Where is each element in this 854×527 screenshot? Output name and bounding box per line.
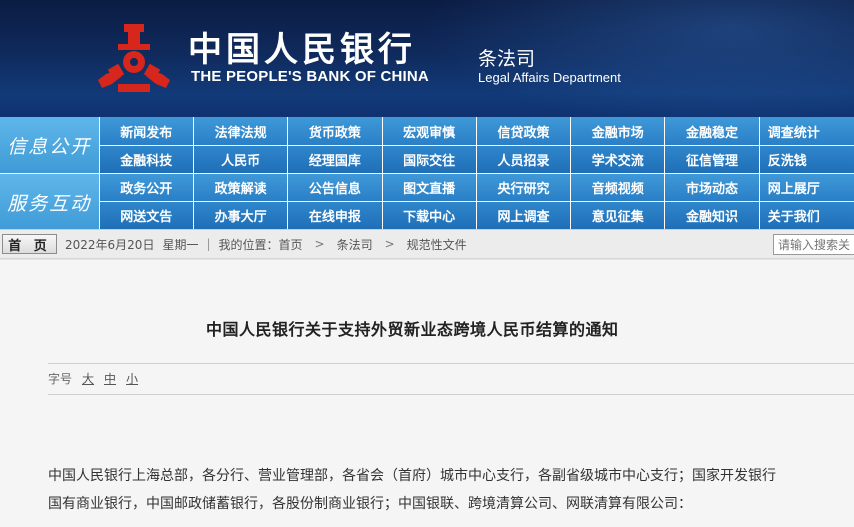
nav-item[interactable]: 金融市场 [571, 117, 666, 145]
nav-grid: 新闻发布 法律法规 货币政策 宏观审慎 信贷政策 金融市场 金融稳定 调查统计 金融科技 人民币经… [99, 117, 854, 173]
nav-item[interactable]: 政策解读 [194, 174, 289, 202]
nav-item[interactable]: 国际交往 [383, 146, 477, 173]
breadcrumb-link-normative-docs[interactable]: 规范性文件 [407, 236, 467, 253]
nav-item[interactable]: 关于我们 [760, 202, 854, 229]
nav-item[interactable]: 公告信息 [288, 174, 383, 202]
nav-item[interactable]: 货币政策 [288, 117, 383, 145]
search-input[interactable] [773, 234, 854, 255]
nav-item[interactable]: 学术交流 [571, 146, 666, 173]
nav-grid: 政务公开 政策解读 公告信息 图文直播 央行研究 音频视频 市场动态 网上展厅 网送文告 办事大厅… [99, 174, 854, 229]
font-size-large[interactable]: 大 [82, 370, 94, 387]
divider [48, 363, 854, 364]
font-size-label: 字号 [48, 372, 73, 386]
nav-item[interactable]: 政务公开 [100, 174, 194, 202]
nav-item[interactable]: 征信管理 [665, 146, 760, 173]
font-size-selector: 字号 大 中 小 [48, 370, 148, 387]
department-name-en: Legal Affairs Department [478, 70, 621, 85]
nav-item[interactable]: 央行研究 [477, 174, 572, 202]
breadcrumb-home-link[interactable]: 我的位置：首页 [219, 236, 303, 253]
nav-item[interactable]: 经理国库 [288, 146, 383, 173]
nav-item[interactable]: 图文直播 [383, 174, 477, 202]
nav-item[interactable]: 人员招录 [477, 146, 572, 173]
bank-name-en: THE PEOPLE'S BANK OF CHINA [191, 68, 429, 85]
article-paragraph: 中国人民银行上海总部，各分行、营业管理部，各省会（首府）城市中心支行，各副省级城… [48, 462, 854, 518]
pboc-logo-icon[interactable] [96, 22, 172, 94]
nav-item[interactable]: 网上调查 [477, 202, 572, 229]
nav-group: 服务互动 政务公开 政策解读 公告信息 图文直播 央行研究 音频视频 市场动态 网上展厅 网送文告… [0, 173, 854, 230]
nav-row: 政务公开 政策解读 公告信息 图文直播 央行研究 音频视频 市场动态 网上展厅 [99, 174, 854, 202]
nav-item[interactable]: 金融科技 [100, 146, 194, 173]
nav-item[interactable]: 网上展厅 [760, 174, 854, 201]
current-weekday: 星期一 [162, 237, 199, 252]
nav-item[interactable]: 意见征集 [571, 202, 666, 229]
current-date: 2022年6月20日 [65, 237, 155, 252]
paragraph-line: 国有商业银行，中国邮政储蓄银行，各股份制商业银行；中国银联、跨境清算公司、网联清… [48, 496, 692, 512]
home-button[interactable]: 首 页 [2, 234, 57, 254]
nav-item[interactable]: 在线申报 [288, 202, 383, 229]
breadcrumb-arrow: > [384, 237, 395, 251]
font-size-small[interactable]: 小 [126, 370, 138, 387]
nav-item[interactable]: 下载中心 [383, 202, 477, 229]
nav-group-label: 信息公开 [0, 117, 100, 173]
breadcrumb-arrow: > [314, 237, 325, 251]
nav-row: 新闻发布 法律法规 货币政策 宏观审慎 信贷政策 金融市场 金融稳定 调查统计 [99, 117, 854, 145]
nav-item[interactable]: 新闻发布 [100, 117, 194, 145]
nav-item[interactable]: 人民币 [194, 146, 289, 173]
nav-item[interactable]: 市场动态 [665, 174, 760, 202]
paragraph-line: 中国人民银行上海总部，各分行、营业管理部，各省会（首府）城市中心支行，各副省级城… [48, 468, 776, 484]
article-content: 中国人民银行关于支持外贸新业态跨境人民币结算的通知 字号 大 中 小 中国人民银… [0, 259, 854, 527]
nav-item[interactable]: 信贷政策 [477, 117, 572, 145]
nav-group: 信息公开 新闻发布 法律法规 货币政策 宏观审慎 信贷政策 金融市场 金融稳定 调查统计 金融科技… [0, 117, 854, 173]
breadcrumb-link-department[interactable]: 条法司 [337, 236, 373, 253]
nav-item[interactable]: 反洗钱 [760, 146, 854, 173]
nav-item[interactable]: 金融稳定 [665, 117, 760, 145]
nav-item[interactable]: 宏观审慎 [383, 117, 477, 145]
main-navigation: 信息公开 新闻发布 法律法规 货币政策 宏观审慎 信贷政策 金融市场 金融稳定 调查统计 金融科技… [0, 117, 854, 230]
nav-item[interactable]: 办事大厅 [194, 202, 289, 229]
nav-row: 网送文告 办事大厅 在线申报 下载中心 网上调查 意见征集 金融知识 关于我们 [99, 201, 854, 229]
breadcrumb-bar: 首 页 2022年6月20日 星期一 | 我的位置：首页 > 条法司 > 规范性… [0, 229, 854, 259]
nav-item[interactable]: 调查统计 [760, 117, 854, 145]
nav-item[interactable]: 音频视频 [571, 174, 666, 202]
nav-group-label: 服务互动 [0, 174, 100, 230]
divider [48, 394, 854, 395]
site-header: 中国人民银行 THE PEOPLE'S BANK OF CHINA 条法司 Le… [0, 0, 854, 117]
nav-row: 金融科技 人民币 经理国库 国际交往 人员招录 学术交流 征信管理 反洗钱 [99, 145, 854, 173]
bank-name-cn: 中国人民银行 [188, 30, 416, 70]
nav-item[interactable]: 网送文告 [100, 202, 194, 229]
breadcrumb-divider: | [206, 237, 211, 251]
article-title: 中国人民银行关于支持外贸新业态跨境人民币结算的通知 [206, 320, 619, 339]
nav-item[interactable]: 金融知识 [665, 202, 760, 229]
department-name-cn: 条法司 [478, 48, 536, 70]
font-size-medium[interactable]: 中 [104, 370, 116, 387]
nav-item[interactable]: 法律法规 [194, 117, 289, 145]
